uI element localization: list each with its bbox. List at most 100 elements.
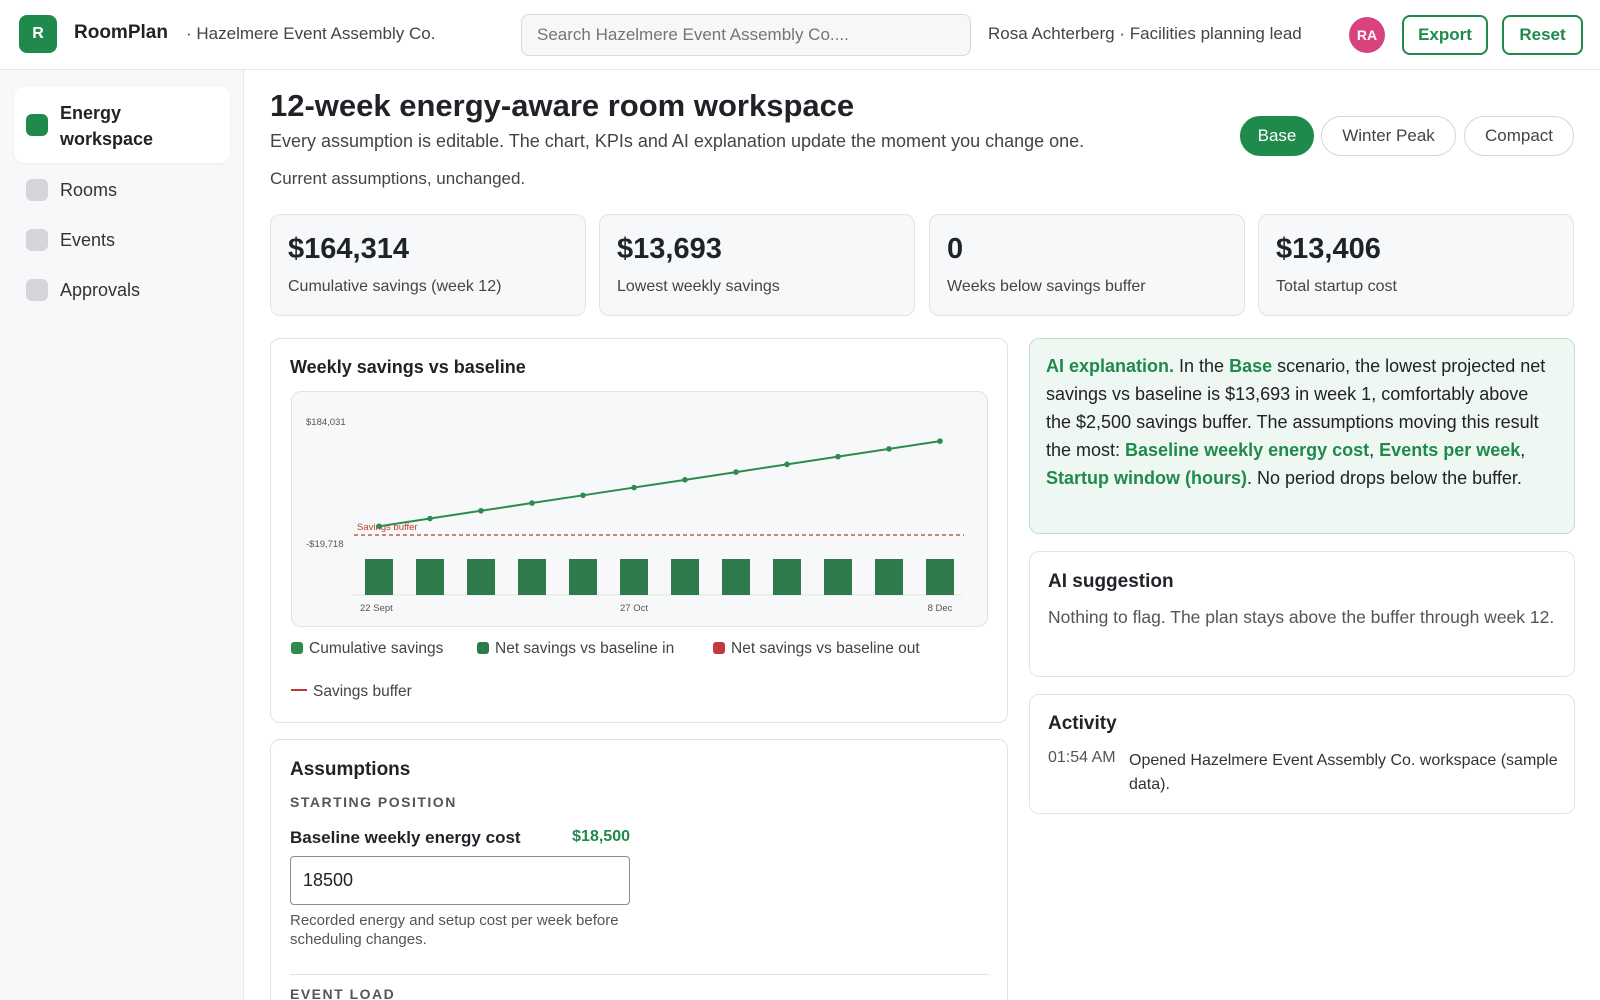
activity-time: 01:54 AM <box>1048 749 1116 766</box>
sidebar-item-label: Rooms <box>60 180 118 200</box>
chart-title: Weekly savings vs baseline <box>290 357 526 377</box>
top-bar: R RoomPlan · Hazelmere Event Assembly Co… <box>0 0 1600 70</box>
sidebar-item-events[interactable]: Events <box>14 220 230 260</box>
cumulative-point <box>376 523 382 530</box>
cumulative-point <box>580 492 586 499</box>
net-savings-bar <box>620 559 648 595</box>
sidebar-item-label: Energy workspace <box>60 103 154 149</box>
cumulative-point <box>631 484 637 491</box>
scenario-tab-base[interactable]: Base <box>1240 116 1314 156</box>
cumulative-point <box>427 515 433 522</box>
kpi-label: Cumulative savings (week 12) <box>288 278 502 295</box>
workspace-icon <box>26 114 48 136</box>
activity-card: Activity 01:54 AM Opened Hazelmere Event… <box>1029 694 1575 814</box>
legend-buffer: Savings buffer <box>291 683 412 701</box>
activity-title: Activity <box>1048 713 1117 734</box>
divider <box>290 974 989 975</box>
sidebar-item-label: Approvals <box>60 280 141 300</box>
cumulative-savings-line <box>378 440 941 528</box>
driver-link[interactable]: Startup window (hours) <box>1046 468 1247 488</box>
cumulative-point <box>886 446 892 452</box>
chart-svg: $184,031 -$19,718 Savings buffer 22 Sept 27 … <box>306 417 964 614</box>
kpi-value: $13,406 <box>1276 233 1381 265</box>
legend-swatch <box>291 642 303 654</box>
ai-suggestion-card: AI suggestion Nothing to flag. The plan … <box>1029 551 1575 677</box>
field-value-display: $18,500 <box>572 828 630 845</box>
legend-swatch <box>477 642 489 654</box>
assumptions-title: Assumptions <box>290 759 411 780</box>
cumulative-point <box>835 453 841 460</box>
app-name: RoomPlan <box>74 22 168 43</box>
net-savings-bar <box>671 559 699 595</box>
net-savings-bar <box>569 559 597 595</box>
legend-net-in: Net savings vs baseline in <box>477 640 674 658</box>
user-label: Rosa Achterberg · Facilities planning le… <box>988 24 1302 43</box>
net-savings-bar <box>773 559 801 595</box>
activity-text: Opened Hazelmere Event Assembly Co. work… <box>1129 752 1558 793</box>
ai-suggestion-title: AI suggestion <box>1048 571 1174 592</box>
driver-link[interactable]: Baseline weekly energy cost <box>1125 440 1369 460</box>
net-savings-bar <box>824 559 852 595</box>
reset-button[interactable]: Reset <box>1502 15 1583 55</box>
net-savings-bar <box>416 559 444 595</box>
ai-suggestion-text: Nothing to flag. The plan stays above th… <box>1048 607 1555 627</box>
export-button[interactable]: Export <box>1402 15 1488 55</box>
section-label: STARTING POSITION <box>290 794 457 810</box>
x-tick-label: 27 Oct <box>620 603 648 614</box>
org-name: · Hazelmere Event Assembly Co. <box>186 24 436 43</box>
ai-explanation-card: AI explanation. In the Base scenario, th… <box>1029 338 1575 534</box>
kpi-card-weeks-below: 0 Weeks below savings buffer <box>929 214 1245 316</box>
approvals-icon <box>26 279 48 301</box>
x-tick-label: 8 Dec <box>928 603 953 614</box>
net-savings-bar <box>365 559 393 595</box>
legend-cumulative: Cumulative savings <box>291 640 443 658</box>
sidebar-item-energy-workspace[interactable]: Energy workspace <box>14 87 230 163</box>
sidebar-item-rooms[interactable]: Rooms <box>14 170 230 210</box>
page-subtitle: Every assumption is editable. The chart,… <box>270 131 1085 151</box>
cumulative-point <box>529 500 535 506</box>
kpi-value: $164,314 <box>288 233 409 265</box>
kpi-value: 0 <box>947 233 964 265</box>
baseline-cost-input[interactable] <box>290 856 630 905</box>
chart-plot: $184,031 -$19,718 Savings buffer 22 Sept 27 … <box>291 391 988 627</box>
x-tick-label: 22 Sept <box>360 603 393 614</box>
kpi-card-cumulative: $164,314 Cumulative savings (week 12) <box>270 214 586 316</box>
cumulative-point <box>937 438 943 444</box>
field-help: Recorded energy and setup cost per week … <box>290 912 619 948</box>
events-icon <box>26 229 48 251</box>
cumulative-point <box>478 507 484 514</box>
kpi-card-startup: $13,406 Total startup cost <box>1258 214 1574 316</box>
kpi-label: Weeks below savings buffer <box>947 278 1146 295</box>
kpi-card-lowest: $13,693 Lowest weekly savings <box>599 214 915 316</box>
cumulative-point <box>784 461 790 468</box>
section-label: EVENT LOAD <box>290 986 396 1000</box>
net-savings-bar <box>926 559 954 595</box>
driver-link[interactable]: Events per week <box>1379 440 1520 460</box>
net-savings-bar <box>722 559 750 595</box>
cumulative-point <box>733 469 739 475</box>
status-text: Current assumptions, unchanged. <box>270 169 526 188</box>
app-logo[interactable]: R <box>19 15 57 53</box>
kpi-value: $13,693 <box>617 233 722 265</box>
savings-buffer-label: Savings buffer <box>357 522 418 533</box>
net-savings-bar <box>518 559 546 595</box>
legend-swatch <box>713 642 725 654</box>
legend-line <box>291 689 307 691</box>
sidebar-item-approvals[interactable]: Approvals <box>14 270 230 310</box>
net-savings-bar <box>875 559 903 595</box>
scenario-tab-winter-peak[interactable]: Winter Peak <box>1321 116 1456 156</box>
field-label: Baseline weekly energy cost <box>290 828 521 847</box>
kpi-label: Total startup cost <box>1276 278 1397 295</box>
search-input[interactable] <box>521 14 971 56</box>
kpi-label: Lowest weekly savings <box>617 278 780 295</box>
scenario-tab-compact[interactable]: Compact <box>1464 116 1574 156</box>
chart-card: Weekly savings vs baseline $184,031 -$19,… <box>270 338 1008 723</box>
rooms-icon <box>26 179 48 201</box>
avatar[interactable]: RA <box>1349 17 1385 53</box>
sidebar: Energy workspace Rooms Events Approvals <box>0 70 244 1000</box>
y-tick-label: $184,031 <box>306 417 346 428</box>
assumptions-card: Assumptions STARTING POSITION Baseline w… <box>270 739 1008 1000</box>
y-tick-label: -$19,718 <box>306 539 344 550</box>
cumulative-point <box>682 477 688 483</box>
page-title: 12-week energy-aware room workspace <box>270 88 855 123</box>
